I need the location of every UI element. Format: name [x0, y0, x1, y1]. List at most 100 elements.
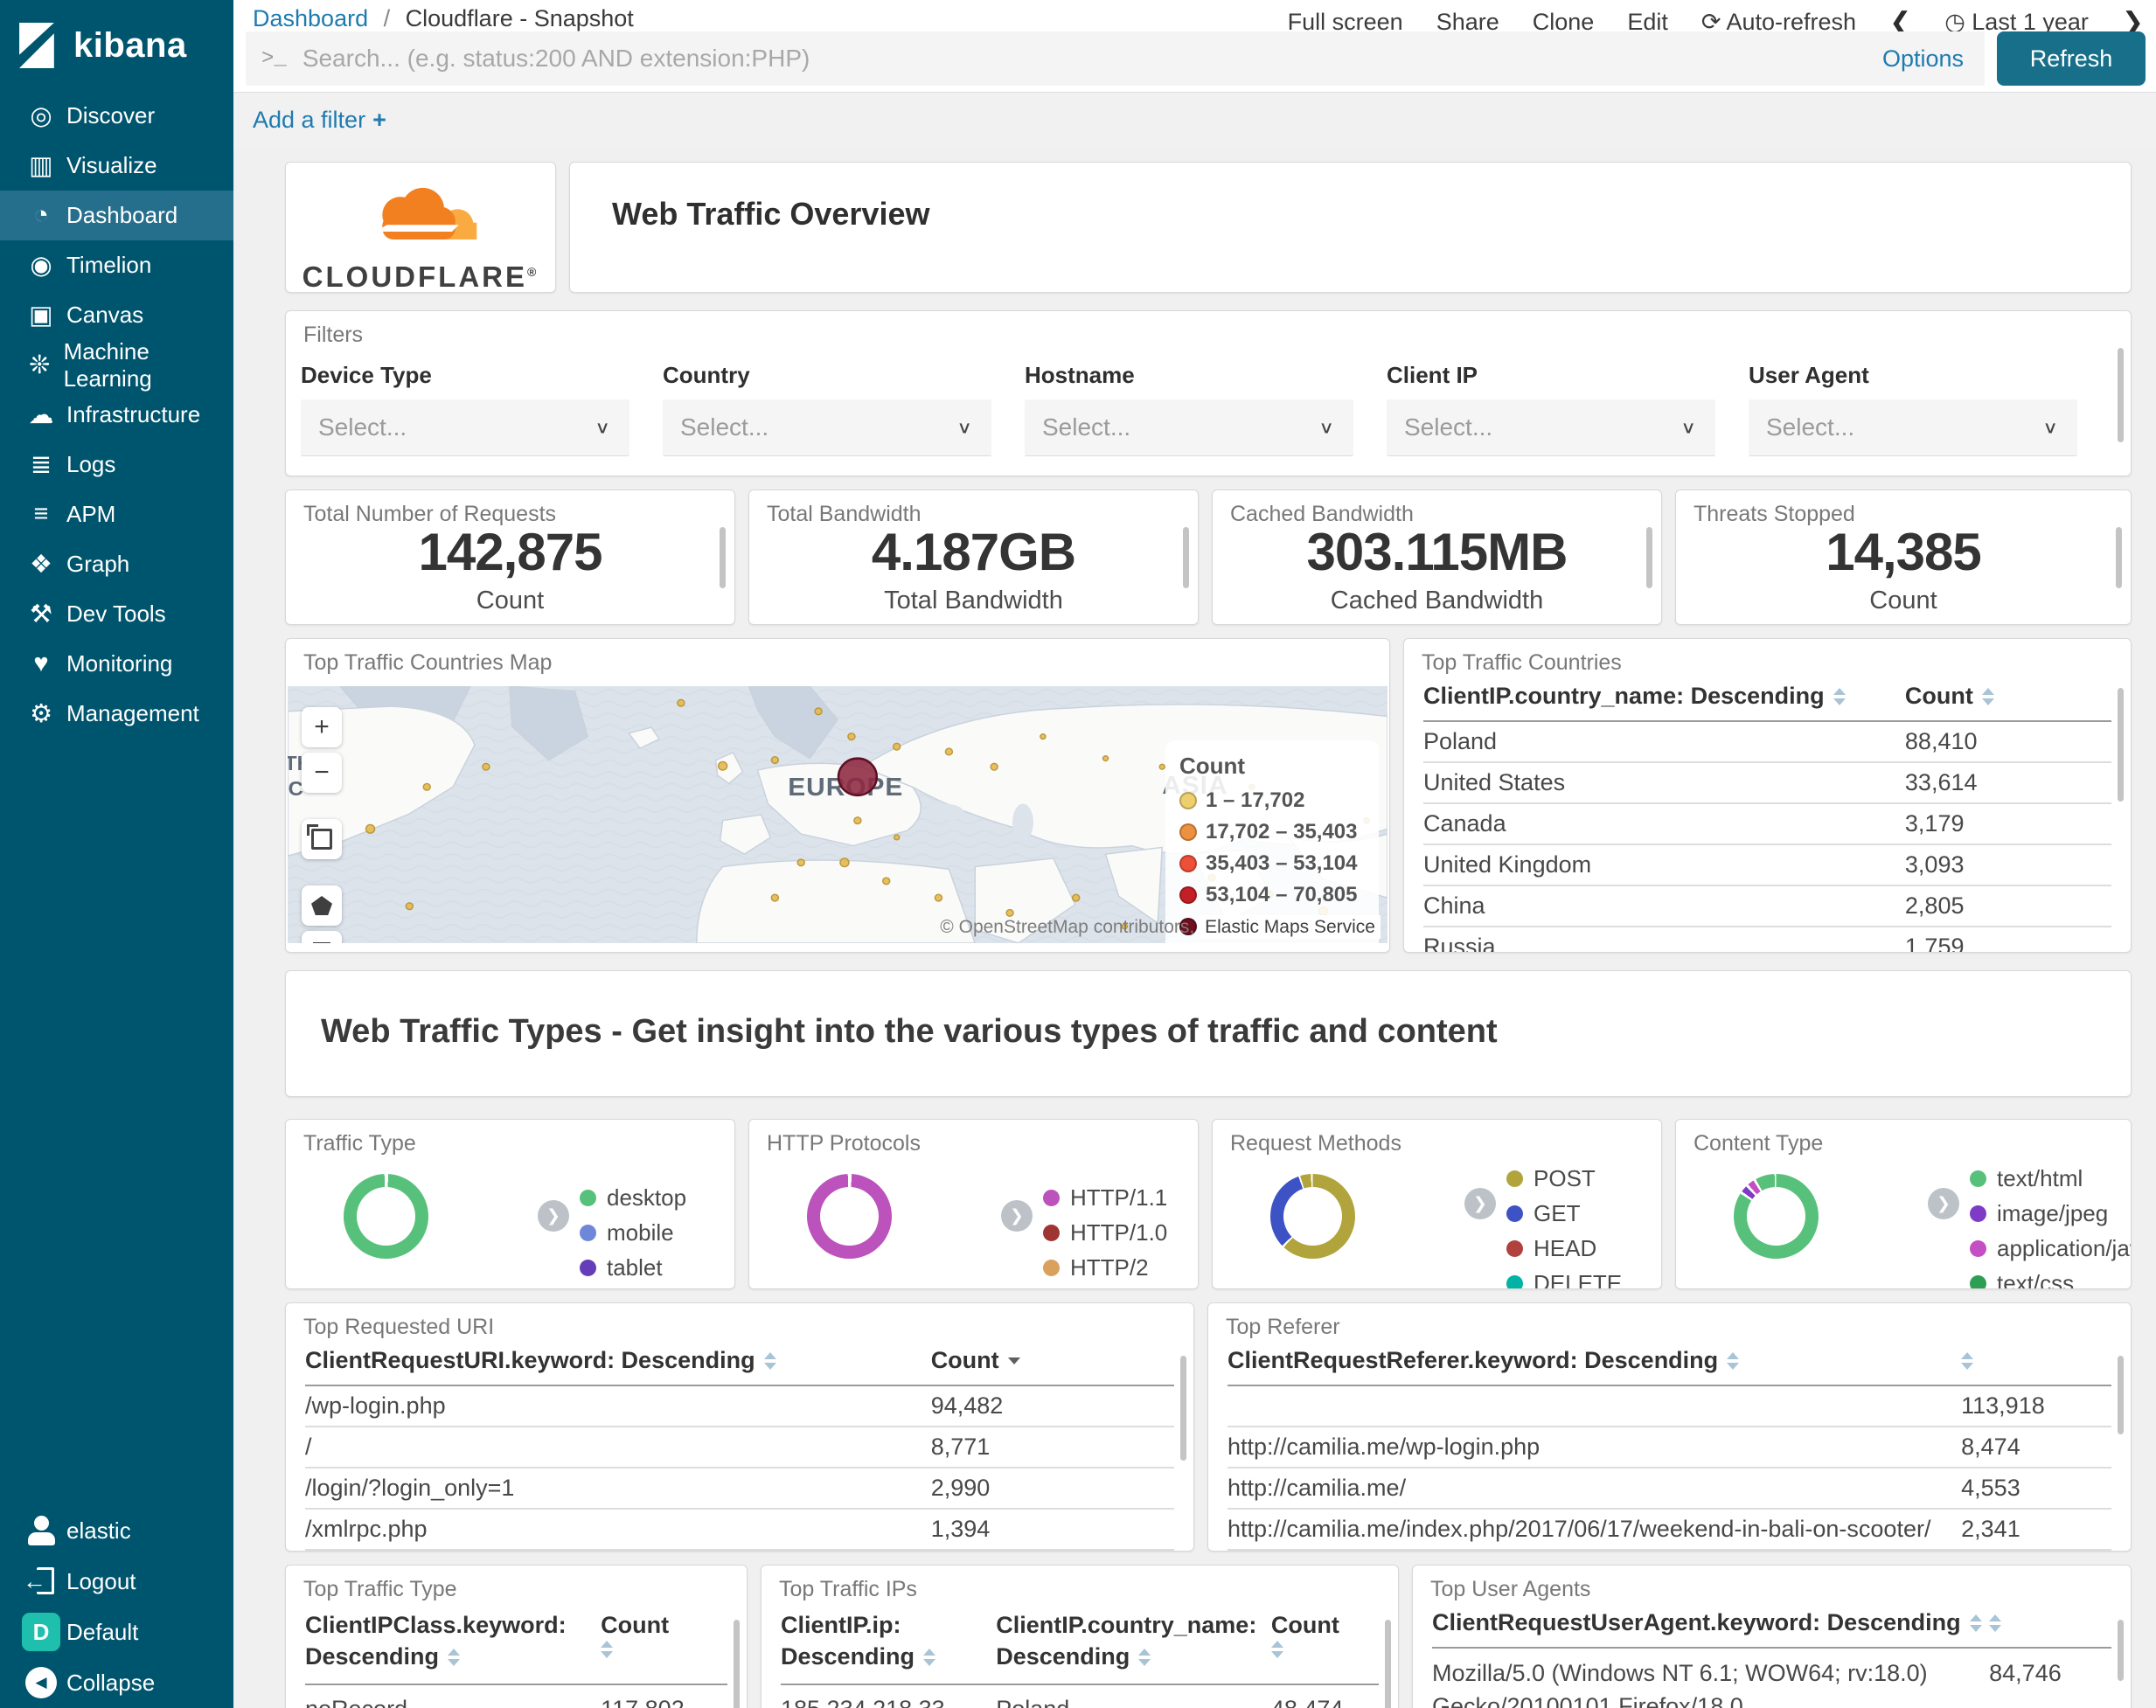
legend-item[interactable]: HEAD [1506, 1235, 1622, 1262]
scrollbar[interactable] [2118, 1356, 2124, 1434]
legend-item[interactable]: mobile [580, 1219, 686, 1246]
column-header-count[interactable]: Count [931, 1347, 1174, 1374]
refresh-button[interactable]: Refresh [1997, 31, 2146, 86]
column-header-count[interactable]: Count [1270, 1609, 1379, 1659]
legend-item[interactable]: DELETE [1506, 1270, 1622, 1288]
sidebar-item-logs[interactable]: ≣ Logs [0, 440, 233, 489]
column-header-count[interactable]: Count [601, 1609, 727, 1659]
legend-item[interactable]: GET [1506, 1200, 1622, 1227]
search-input[interactable] [300, 44, 1882, 73]
scrollbar[interactable] [734, 1620, 740, 1708]
sidebar-item-machine-learning[interactable]: ❊ Machine Learning [0, 338, 233, 392]
sort-icon [1833, 687, 1846, 705]
sidebar-item-space-default[interactable]: D Default [0, 1607, 233, 1657]
map-fit-bounds-button[interactable] [302, 819, 342, 859]
column-header-count[interactable] [1989, 1614, 2111, 1632]
legend-dot [580, 1225, 596, 1241]
column-header-country[interactable]: ClientIP.country_name: Descending [996, 1609, 1271, 1673]
column-header-uri[interactable]: ClientRequestURI.keyword: Descending [305, 1347, 931, 1374]
sidebar-item-monitoring[interactable]: ♥ Monitoring [0, 639, 233, 689]
legend-item[interactable]: text/css [1970, 1270, 2131, 1288]
map-draw-polygon-button[interactable] [302, 885, 342, 926]
sidebar-item-collapse[interactable]: Collapse [0, 1657, 233, 1708]
chevron-down-icon: ∨ [2042, 418, 2058, 437]
top-traffic-countries-panel: Top Traffic Countries ClientIP.country_n… [1403, 638, 2132, 953]
top-traffic-type-panel: Top Traffic Type ClientIPClass.keyword: D… [285, 1565, 748, 1708]
scrollbar[interactable] [1183, 527, 1189, 588]
column-header-ip[interactable]: ClientIP.ip: Descending [781, 1609, 996, 1673]
column-header-country[interactable]: ClientIP.country_name: Descending [1423, 683, 1905, 710]
column-header-count[interactable] [1961, 1351, 2111, 1370]
sidebar-item-timelion[interactable]: ◉ Timelion [0, 240, 233, 290]
sidebar-item-canvas[interactable]: ▣ Canvas [0, 290, 233, 340]
scrollbar[interactable] [2118, 348, 2124, 442]
donut-chart-content-type[interactable] [1734, 1174, 1819, 1259]
map-zoom-out-button[interactable]: − [302, 753, 342, 793]
sort-desc-icon [1007, 1357, 1020, 1364]
scrollbar[interactable] [2118, 1620, 2124, 1681]
kibana-logo-icon [19, 23, 54, 68]
donut-chart-request-methods[interactable] [1270, 1174, 1355, 1259]
sidebar-item-dashboard[interactable]: ◔ Dashboard [0, 191, 233, 240]
legend-item[interactable]: desktop [580, 1184, 686, 1212]
legend-item[interactable]: application/javascript [1970, 1235, 2131, 1262]
sidebar-item-management[interactable]: ⚙ Management [0, 689, 233, 739]
world-map[interactable]: EUROPE ASIA TH IC + − Count 1 – 17,702 1… [288, 686, 1387, 943]
query-prompt-icon: >_ [261, 46, 287, 71]
breadcrumb: Dashboard / Cloudflare - Snapshot [253, 5, 634, 31]
client-ip-select[interactable]: Select... ∨ [1387, 399, 1715, 456]
expand-legend-icon[interactable]: ❯ [1001, 1200, 1033, 1232]
sidebar-item-graph[interactable]: ❖ Graph [0, 539, 233, 589]
add-filter-link[interactable]: Add a filter + [253, 107, 386, 134]
legend-item[interactable]: POST [1506, 1165, 1622, 1192]
map-draw-rectangle-button[interactable] [302, 931, 342, 943]
referer-table: ClientRequestReferer.keyword: Descending… [1228, 1347, 2111, 1551]
legend-item[interactable]: HTTP/2 [1043, 1254, 1167, 1281]
sidebar-item-user[interactable]: elastic [0, 1505, 233, 1556]
country-select[interactable]: Select... ∨ [663, 399, 991, 456]
kibana-logo[interactable]: kibana [0, 0, 233, 87]
sidebar-item-infrastructure[interactable]: ☁ Infrastructure [0, 390, 233, 440]
donut-chart-http-protocols[interactable] [807, 1174, 892, 1259]
sort-icon [1969, 1614, 1982, 1632]
legend-dot [1179, 823, 1197, 841]
filter-device-type: Device Type Select... ∨ [301, 362, 629, 456]
sidebar-item-dev-tools[interactable]: ⚒ Dev Tools [0, 589, 233, 639]
legend-item[interactable]: text/html [1970, 1165, 2131, 1192]
sidebar-item-apm[interactable]: ≡ APM [0, 489, 233, 539]
rectangle-icon [313, 942, 330, 943]
timelion-icon: ◉ [30, 252, 52, 280]
hostname-select[interactable]: Select... ∨ [1025, 399, 1353, 456]
column-header-count[interactable]: Count [1905, 683, 2111, 710]
table-row: http://camilia.me/4,553 [1228, 1468, 2111, 1510]
map-bubble-poland[interactable] [837, 757, 879, 797]
scrollbar[interactable] [1646, 527, 1652, 588]
donut-chart-traffic-type[interactable] [344, 1174, 428, 1259]
scrollbar[interactable] [1180, 1356, 1186, 1461]
expand-legend-icon[interactable]: ❯ [1928, 1188, 1959, 1219]
sidebar-item-visualize[interactable]: ▥ Visualize [0, 141, 233, 191]
device-type-select[interactable]: Select... ∨ [301, 399, 629, 456]
legend-dot [1506, 1275, 1523, 1288]
user-agent-select[interactable]: Select... ∨ [1749, 399, 2077, 456]
expand-legend-icon[interactable]: ❯ [1464, 1188, 1496, 1219]
column-header-ip-class[interactable]: ClientIPClass.keyword: Descending [305, 1609, 601, 1673]
legend-item[interactable]: HTTP/1.1 [1043, 1184, 1167, 1212]
scrollbar[interactable] [2116, 527, 2122, 588]
sidebar-item-logout[interactable]: Logout [0, 1556, 233, 1607]
machine-learning-icon: ❊ [29, 351, 51, 379]
options-link[interactable]: Options [1882, 45, 1964, 73]
overview-title-panel: Web Traffic Overview [569, 162, 2132, 293]
legend-item[interactable]: image/jpeg [1970, 1200, 2131, 1227]
column-header-user-agent[interactable]: ClientRequestUserAgent.keyword: Descendi… [1432, 1609, 1989, 1636]
breadcrumb-dashboard-link[interactable]: Dashboard [253, 5, 368, 31]
legend-item[interactable]: tablet [580, 1254, 686, 1281]
scrollbar[interactable] [1385, 1620, 1391, 1708]
sidebar-item-discover[interactable]: ◎ Discover [0, 91, 233, 141]
expand-legend-icon[interactable]: ❯ [538, 1200, 569, 1232]
scrollbar[interactable] [720, 527, 726, 588]
map-zoom-in-button[interactable]: + [302, 707, 342, 747]
legend-item[interactable]: HTTP/1.0 [1043, 1219, 1167, 1246]
scrollbar[interactable] [2118, 688, 2124, 802]
column-header-referer[interactable]: ClientRequestReferer.keyword: Descending [1228, 1347, 1961, 1374]
